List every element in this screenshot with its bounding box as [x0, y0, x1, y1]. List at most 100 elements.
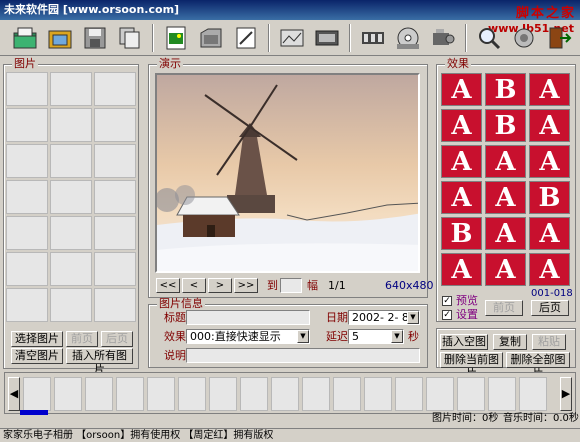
effect-thumb[interactable]: B [485, 109, 526, 142]
delete-current-button[interactable]: 删除当前图片 [440, 352, 503, 380]
description-input[interactable] [186, 348, 420, 363]
timeline-slot[interactable] [364, 377, 392, 411]
timeline-slot[interactable] [178, 377, 206, 411]
nav-next-button[interactable]: > [208, 278, 232, 293]
open-folder-icon[interactable] [10, 23, 40, 53]
effect-thumb[interactable]: A [485, 253, 526, 286]
preview-checkbox[interactable]: ✓ [442, 296, 452, 306]
thumbnail-slot[interactable] [94, 72, 136, 106]
exit-icon[interactable] [544, 23, 574, 53]
nav-last-button[interactable]: >> [234, 278, 258, 293]
effect-thumb[interactable]: A [441, 253, 482, 286]
thumbnail-slot[interactable] [6, 180, 48, 214]
settings-checkbox[interactable]: ✓ [442, 310, 452, 320]
thumbnail-slot[interactable] [50, 180, 92, 214]
copy-button[interactable]: 复制 [493, 334, 527, 350]
effect-letter: A [451, 255, 472, 285]
timeline-slot[interactable] [426, 377, 454, 411]
timeline-slot[interactable] [85, 377, 113, 411]
strip-scroll-right-icon[interactable]: ▶ [560, 377, 572, 411]
thumbnail-slot[interactable] [50, 288, 92, 322]
film-icon[interactable] [312, 23, 342, 53]
effects-next-button[interactable]: 后页 [531, 300, 569, 316]
timeline-slot[interactable] [333, 377, 361, 411]
thumbnail-slot[interactable] [50, 72, 92, 106]
picture-next-page-button[interactable]: 后页 [101, 331, 133, 347]
timeline-slot[interactable] [54, 377, 82, 411]
effect-thumb[interactable]: A [441, 181, 482, 214]
thumbnail-slot[interactable] [6, 288, 48, 322]
effect-thumb[interactable]: A [485, 145, 526, 178]
thumbnail-slot[interactable] [6, 144, 48, 178]
timeline-slot[interactable] [240, 377, 268, 411]
effect-letter: A [539, 75, 560, 105]
thumbnail-slot[interactable] [50, 252, 92, 286]
picture-prev-page-button[interactable]: 前页 [66, 331, 98, 347]
timeline-slot[interactable] [395, 377, 423, 411]
clear-pictures-button[interactable]: 清空图片 [11, 348, 63, 364]
nav-prev-button[interactable]: < [182, 278, 206, 293]
image-file-icon[interactable] [161, 23, 191, 53]
effect-thumb[interactable]: A [529, 109, 570, 142]
thumbnail-slot[interactable] [50, 216, 92, 250]
thumbnail-slot[interactable] [50, 144, 92, 178]
open-file-icon[interactable] [196, 23, 226, 53]
effect-thumb[interactable]: A [441, 145, 482, 178]
projector-icon[interactable] [428, 23, 458, 53]
timeline-slot[interactable] [147, 377, 175, 411]
effect-thumb[interactable]: A [529, 145, 570, 178]
timeline-slot[interactable] [457, 377, 485, 411]
select-picture-button[interactable]: 选择图片 [11, 331, 63, 347]
thumbnail-slot[interactable] [94, 288, 136, 322]
timeline-slot[interactable] [302, 377, 330, 411]
thumbnail-slot[interactable] [6, 252, 48, 286]
search-icon[interactable] [474, 23, 504, 53]
title-input[interactable] [186, 310, 310, 325]
timeline-slot[interactable] [23, 377, 51, 411]
paste-button[interactable]: 粘贴 [532, 334, 566, 350]
thumbnail-slot[interactable] [94, 216, 136, 250]
timeline-slot[interactable] [271, 377, 299, 411]
cd-music-icon[interactable] [393, 23, 423, 53]
timeline-slot[interactable] [488, 377, 516, 411]
insert-empty-button[interactable]: 插入空图 [440, 334, 488, 350]
effect-thumb[interactable]: A [485, 181, 526, 214]
effect-thumb[interactable]: B [441, 217, 482, 250]
chevron-down-icon[interactable]: ▼ [297, 330, 309, 343]
nav-first-button[interactable]: << [156, 278, 180, 293]
goto-frame-input[interactable] [280, 278, 302, 293]
effect-thumb[interactable]: A [529, 73, 570, 106]
film-strip-icon[interactable] [358, 23, 388, 53]
effect-thumb[interactable]: B [485, 73, 526, 106]
thumbnail-slot[interactable] [6, 72, 48, 106]
thumbnail-slot[interactable] [94, 252, 136, 286]
timeline-slot[interactable] [209, 377, 237, 411]
thumbnail-slot[interactable] [50, 108, 92, 142]
thumbnail-slot[interactable] [6, 216, 48, 250]
thumbnail-slot[interactable] [6, 108, 48, 142]
effect-select[interactable]: 000:直接快速显示 [186, 329, 310, 344]
effect-thumb[interactable]: B [529, 181, 570, 214]
effect-thumb[interactable]: A [529, 217, 570, 250]
edit-image-icon[interactable] [231, 23, 261, 53]
chevron-down-icon[interactable]: ▼ [407, 311, 419, 324]
thumbnail-slot[interactable] [94, 108, 136, 142]
folder-icon[interactable] [45, 23, 75, 53]
effect-thumb[interactable]: A [529, 253, 570, 286]
settings-icon[interactable] [509, 23, 539, 53]
picture-icon[interactable] [277, 23, 307, 53]
delete-all-button[interactable]: 删除全部图片 [506, 352, 570, 380]
thumbnail-slot[interactable] [94, 144, 136, 178]
timeline-slot[interactable] [116, 377, 144, 411]
effect-thumb[interactable]: A [441, 109, 482, 142]
effects-prev-button[interactable]: 前页 [485, 300, 523, 316]
strip-scroll-left-icon[interactable]: ◀ [8, 377, 20, 411]
save-icon[interactable] [80, 23, 110, 53]
chevron-down-icon[interactable]: ▼ [391, 330, 403, 343]
timeline-slot[interactable] [519, 377, 547, 411]
effect-thumb[interactable]: A [485, 217, 526, 250]
effect-thumb[interactable]: A [441, 73, 482, 106]
insert-all-pictures-button[interactable]: 插入所有图片 [66, 348, 133, 376]
thumbnail-slot[interactable] [94, 180, 136, 214]
copy-pages-icon[interactable] [115, 23, 145, 53]
